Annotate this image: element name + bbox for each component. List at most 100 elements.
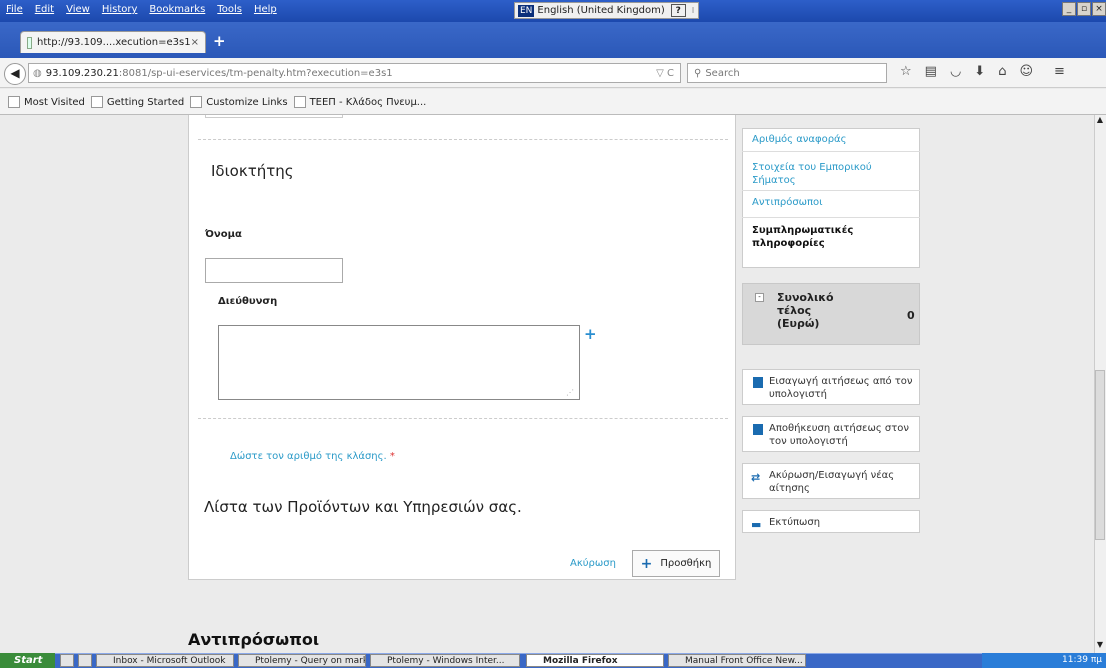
tab-title: http://93.109....xecution=e3s1: [37, 37, 191, 48]
minimize-icon[interactable]: _: [1062, 2, 1076, 16]
quicklaunch-outlook-icon[interactable]: [60, 654, 74, 667]
taskbar-item-manual[interactable]: Manual Front Office New...: [668, 654, 806, 667]
reading-list-icon[interactable]: ▤: [925, 64, 937, 79]
print-button[interactable]: ▬ Εκτύπωση: [742, 510, 920, 533]
sidenav-item-trademark[interactable]: Στοιχεία του Εμπορικού Σήματος: [752, 161, 902, 187]
name-input[interactable]: [205, 258, 343, 283]
total-fee-label: Συνολικό τέλος (Ευρώ): [777, 291, 834, 330]
input-bottom-edge: [205, 115, 343, 118]
browser-tab[interactable]: http://93.109....xecution=e3s1 ×: [20, 31, 206, 53]
system-tray-clock[interactable]: 11:39 πμ: [982, 653, 1106, 668]
page-icon: [90, 95, 103, 108]
home-icon[interactable]: ⌂: [998, 64, 1006, 79]
url-host: 93.109.230.21: [45, 67, 119, 79]
cancel-new-application-button[interactable]: ⇄ Ακύρωση/Εισαγωγή νέας αίτησης: [742, 463, 920, 499]
address-label: Διεύθυνση: [218, 296, 278, 307]
save-label: Αποθήκευση αιτήσεως στον τον υπολογιστή: [769, 423, 909, 447]
total-fee-value: 0: [907, 309, 915, 322]
save-application-button[interactable]: Αποθήκευση αιτήσεως στον τον υπολογιστή: [742, 416, 920, 452]
file-import-icon: [753, 377, 763, 388]
bookmarks-bar: Most Visited Getting Started Customize L…: [0, 89, 1106, 115]
import-label: Εισαγωγή αιτήσεως από τον υπολογιστή: [769, 376, 913, 400]
taskbar-item-ptolemy-windows[interactable]: Ptolemy - Windows Inter...: [370, 654, 520, 667]
bookmark-getting-started[interactable]: Getting Started: [90, 95, 184, 108]
import-application-button[interactable]: Εισαγωγή αιτήσεως από τον υπολογιστή: [742, 369, 920, 405]
resize-grip-icon[interactable]: ⋰: [566, 388, 574, 397]
language-label: English (United Kingdom): [537, 5, 665, 16]
menu-file[interactable]: File: [6, 4, 23, 15]
menu-history[interactable]: History: [102, 4, 138, 15]
quicklaunch-media-icon[interactable]: [78, 654, 92, 667]
back-arrow-icon[interactable]: ◀: [4, 63, 26, 85]
reload-icon[interactable]: ▽ C: [656, 68, 680, 79]
bookmark-teep[interactable]: ΤΕΕΠ - Κλάδος Πνευμ...: [293, 95, 426, 108]
pocket-icon[interactable]: ◡: [950, 64, 961, 79]
printer-icon: ▬: [751, 518, 762, 531]
scroll-down-icon[interactable]: ▼: [1095, 640, 1105, 652]
cancel-new-label: Ακύρωση/Εισαγωγή νέας αίτησης: [769, 470, 895, 494]
search-icon: ⚲: [694, 67, 702, 79]
window-controls: _ ▫ ×: [1061, 2, 1106, 16]
toolbar-icons: ☆ ▤ ◡ ⬇ ⌂ ☺ ≡: [900, 64, 1065, 79]
file-save-icon: [753, 424, 763, 435]
class-number-link[interactable]: Δώστε τον αριθμό της κλάσης. *: [230, 451, 395, 462]
bookmark-star-icon[interactable]: ☆: [900, 64, 912, 79]
address-bar[interactable]: ◍ 93.109.230.21 :8081/sp-ui-eservices/tm…: [28, 63, 681, 83]
url-path: :8081/sp-ui-eservices/tm-penalty.htm?exe…: [118, 67, 393, 79]
close-window-icon[interactable]: ×: [1092, 2, 1106, 16]
bookmark-customize-links[interactable]: Customize Links: [190, 95, 288, 108]
restore-icon[interactable]: ▫: [1077, 2, 1091, 16]
cancel-link[interactable]: Ακύρωση: [570, 558, 616, 569]
globe-icon: ◍: [33, 67, 42, 79]
add-button-label: Προσθήκη: [660, 558, 712, 569]
language-options-icon[interactable]: ⁝: [692, 6, 695, 15]
menu-bar: File Edit View History Bookmarks Tools H…: [6, 4, 277, 15]
tab-close-icon[interactable]: ×: [191, 37, 199, 48]
download-icon[interactable]: ⬇: [974, 64, 985, 79]
divider: [742, 190, 920, 191]
taskbar-item-outlook[interactable]: Inbox - Microsoft Outlook: [96, 654, 234, 667]
menu-edit[interactable]: Edit: [35, 4, 54, 15]
language-bar[interactable]: EN English (United Kingdom) ? ⁝: [514, 2, 700, 19]
menu-bookmarks[interactable]: Bookmarks: [149, 4, 205, 15]
help-icon[interactable]: ?: [670, 4, 686, 17]
representatives-heading: Αντιπρόσωποι: [188, 630, 320, 649]
most-visited-icon: [8, 95, 20, 108]
section-divider: [198, 418, 728, 419]
bookmark-most-visited[interactable]: Most Visited: [8, 95, 85, 108]
add-button[interactable]: + Προσθήκη: [632, 550, 720, 577]
sidenav-item-additional-info[interactable]: Συμπληρωματικές πληροφορίες: [752, 224, 882, 250]
menu-tools[interactable]: Tools: [217, 4, 242, 15]
swap-icon: ⇄: [751, 471, 761, 484]
chat-icon[interactable]: ☺: [1019, 64, 1033, 79]
menu-help[interactable]: Help: [254, 4, 277, 15]
start-button[interactable]: Start: [0, 653, 55, 668]
search-input[interactable]: ⚲ Search: [687, 63, 887, 83]
add-address-icon[interactable]: +: [584, 325, 597, 343]
scroll-up-icon[interactable]: ▲: [1095, 115, 1105, 127]
scroll-thumb[interactable]: [1095, 370, 1105, 540]
print-label: Εκτύπωση: [769, 517, 821, 528]
address-textarea[interactable]: [218, 325, 580, 400]
sidenav-item-reference[interactable]: Αριθμός αναφοράς: [752, 134, 847, 145]
required-mark: *: [389, 451, 395, 462]
divider: [742, 151, 920, 152]
menu-icon[interactable]: ≡: [1054, 64, 1065, 79]
new-tab-button[interactable]: +: [213, 32, 226, 50]
products-heading: Λίστα των Προϊόντων και Υπηρεσιών σας.: [204, 498, 522, 516]
language-code: EN: [518, 4, 535, 17]
search-placeholder: Search: [705, 67, 740, 79]
divider: [742, 217, 920, 218]
favicon-icon: [27, 36, 33, 49]
name-label: Όνομα: [205, 229, 242, 240]
collapse-icon[interactable]: -: [755, 293, 764, 302]
taskbar-item-ptolemy-query[interactable]: Ptolemy - Query on mark...: [238, 654, 366, 667]
page-icon: [190, 95, 203, 108]
owner-heading: Ιδιοκτήτης: [211, 162, 294, 180]
site-icon: [293, 95, 306, 108]
sidenav-item-representatives[interactable]: Αντιπρόσωποι: [752, 197, 823, 208]
menu-view[interactable]: View: [66, 4, 90, 15]
section-divider: [198, 139, 728, 140]
taskbar-item-firefox[interactable]: Mozilla Firefox: [526, 654, 664, 667]
plus-icon: +: [640, 555, 653, 572]
